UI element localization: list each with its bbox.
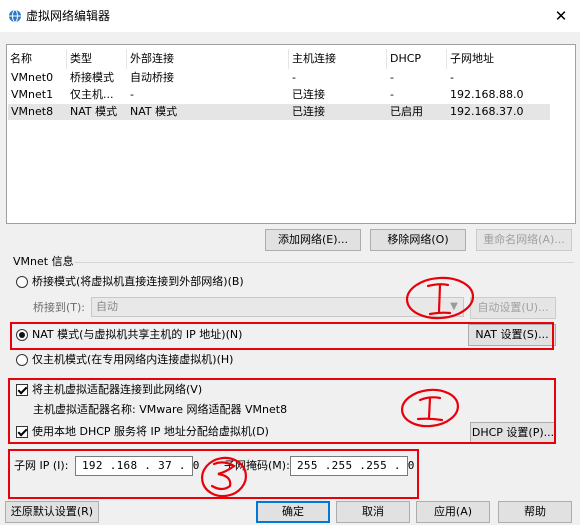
remove-network-button[interactable]: 移除网络(O) (370, 229, 466, 251)
cell-name: VMnet8 (11, 105, 54, 118)
cell-type: NAT 模式 (70, 105, 118, 118)
bridge-to-label: 桥接到(T): (33, 301, 86, 314)
help-button[interactable]: 帮助 (498, 501, 572, 523)
cell-dhcp: - (390, 88, 394, 101)
cell-host: 已连接 (292, 88, 325, 101)
bridge-mode-radio[interactable] (16, 276, 28, 288)
column-header-external[interactable]: 外部连接 (127, 49, 289, 69)
cell-external: - (130, 88, 134, 101)
cell-subnet: 192.168.37.0 (450, 105, 524, 118)
column-header-name[interactable]: 名称 (7, 49, 67, 69)
annotation-box-nat (10, 322, 554, 350)
annotation-box-subnet (8, 449, 419, 499)
table-row[interactable]: VMnet1 仅主机... - 已连接 - 192.168.88.0 (8, 87, 550, 103)
cell-external: 自动桥接 (130, 71, 174, 84)
host-only-radio[interactable] (16, 354, 28, 366)
host-only-label[interactable]: 仅主机模式(在专用网络内连接虚拟机)(H) (32, 353, 233, 367)
group-divider (74, 262, 574, 263)
annotation-box-adapter (8, 378, 556, 444)
cell-subnet: - (450, 71, 454, 84)
apply-button[interactable]: 应用(A) (416, 501, 490, 523)
vmnet-info-title: VMnet 信息 (13, 255, 74, 268)
cell-dhcp: - (390, 71, 394, 84)
column-header-dhcp[interactable]: DHCP (387, 49, 447, 69)
network-globe-icon (9, 9, 21, 23)
add-network-button[interactable]: 添加网络(E)... (265, 229, 361, 251)
bridge-to-value: 自动 (96, 300, 118, 313)
cancel-button[interactable]: 取消 (336, 501, 410, 523)
column-header-subnet[interactable]: 子网地址 (447, 49, 549, 69)
column-header-host[interactable]: 主机连接 (289, 49, 387, 69)
cell-host: 已连接 (292, 105, 325, 118)
title-bar: 虚拟网络编辑器 ✕ (0, 0, 580, 32)
restore-defaults-button[interactable]: 还原默认设置(R) (5, 501, 99, 523)
cell-name: VMnet1 (11, 88, 54, 101)
ok-button[interactable]: 确定 (256, 501, 330, 523)
bridge-mode-label[interactable]: 桥接模式(将虚拟机直接连接到外部网络)(B) (32, 275, 244, 289)
cell-subnet: 192.168.88.0 (450, 88, 524, 101)
cell-dhcp: 已启用 (390, 105, 423, 118)
window-title: 虚拟网络编辑器 (26, 9, 111, 23)
cell-type: 仅主机... (70, 88, 114, 101)
cell-external: NAT 模式 (130, 105, 178, 118)
bridge-to-select[interactable]: 自动 ▼ (91, 297, 464, 317)
table-row-selected[interactable]: VMnet8 NAT 模式 NAT 模式 已连接 已启用 192.168.37.… (8, 104, 550, 120)
close-button[interactable]: ✕ (546, 2, 576, 30)
rename-network-button[interactable]: 重命名网络(A)... (476, 229, 572, 251)
cell-name: VMnet0 (11, 71, 54, 84)
cell-host: - (292, 71, 296, 84)
column-header-type[interactable]: 类型 (67, 49, 127, 69)
table-row[interactable]: VMnet0 桥接模式 自动桥接 - - - (8, 70, 550, 86)
cell-type: 桥接模式 (70, 71, 114, 84)
chevron-down-icon: ▼ (450, 301, 458, 312)
auto-settings-button[interactable]: 自动设置(U)... (470, 297, 556, 319)
network-table: 名称 类型 外部连接 主机连接 DHCP 子网地址 VMnet0 桥接模式 自动… (6, 44, 576, 224)
